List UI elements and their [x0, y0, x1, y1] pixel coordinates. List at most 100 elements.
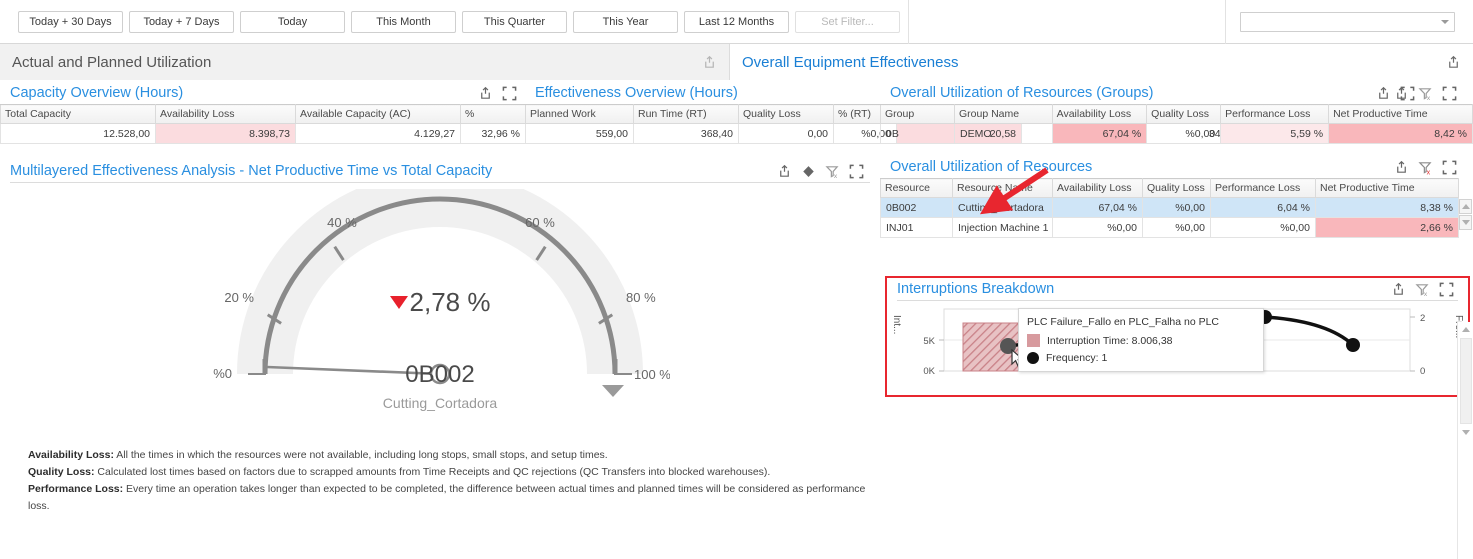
- fullscreen-icon[interactable]: [1442, 86, 1457, 101]
- column-header[interactable]: Total Capacity: [0, 104, 156, 124]
- set-filter-button: Set Filter...: [795, 10, 900, 33]
- page-scroll-down-button[interactable]: [1458, 425, 1473, 440]
- cell-net-productive-time: 8,42 %: [1328, 123, 1473, 144]
- date-filter-button-group: Today + 30 Days Today + 7 Days Today Thi…: [4, 0, 909, 44]
- filter-today-plus-7[interactable]: Today + 7 Days: [129, 10, 234, 33]
- cell-net-productive-time: 8,38 %: [1315, 197, 1459, 218]
- interruptions-title-bar: Interruptions Breakdown x: [887, 278, 1468, 300]
- column-header[interactable]: Resource: [880, 178, 953, 198]
- groups-title-bar: Overall Utilization of Resources (Groups…: [880, 80, 1473, 104]
- groups-utilization-panel: Overall Utilization of Resources (Groups…: [880, 80, 1473, 144]
- table-row[interactable]: 12.528,00 8.398,73 4.129,27 32,96 %: [0, 123, 526, 144]
- export-icon[interactable]: [702, 55, 717, 70]
- filter-today[interactable]: Today: [240, 10, 345, 33]
- column-header[interactable]: Quality Loss: [1142, 178, 1211, 198]
- arrow-up-icon: [1462, 327, 1470, 332]
- interruptions-chart: 5K 0K 2 0 Int... Fre...: [887, 301, 1468, 389]
- arrow-up-icon: [1461, 204, 1470, 209]
- table-header-row: Total Capacity Availability Loss Availab…: [0, 104, 526, 124]
- cell-run-time: 368,40: [633, 123, 739, 144]
- resources-title-bar: Overall Utilization of Resources x: [880, 154, 1473, 178]
- filter-today-plus-30[interactable]: Today + 30 Days: [18, 10, 123, 33]
- trend-down-icon: [389, 295, 408, 309]
- column-header[interactable]: Availability Loss: [1051, 104, 1148, 124]
- filter-clear-icon[interactable]: x: [1415, 282, 1430, 297]
- cell-group-name: DEMO: [954, 123, 1053, 144]
- filter-clear-icon[interactable]: x: [1418, 160, 1433, 175]
- arrow-down-icon: [1462, 430, 1470, 435]
- column-header[interactable]: Quality Loss: [1146, 104, 1222, 124]
- table-row[interactable]: 0B002 Cutting_Cortadora 67,04 % %0,00 6,…: [880, 197, 1459, 218]
- arrow-down-icon: [1461, 220, 1470, 225]
- filter-this-month[interactable]: This Month: [351, 10, 456, 33]
- note-quality-loss: Quality Loss: Calculated lost times base…: [28, 464, 880, 481]
- column-header[interactable]: Performance Loss: [1220, 104, 1330, 124]
- cell-available-capacity: 4.129,27: [295, 123, 461, 144]
- resources-table-wrapper: Resource Resource Name Availability Loss…: [880, 167, 1473, 238]
- cell-performance-loss: 6,04 %: [1210, 197, 1316, 218]
- table-row[interactable]: INJ01 Injection Machine 1 %0,00 %0,00 %0…: [880, 217, 1459, 238]
- gauge-value-text: 2,78 %: [409, 287, 491, 317]
- note-performance-loss: Performance Loss: Every time an operatio…: [28, 481, 880, 515]
- export-icon[interactable]: [1391, 282, 1406, 297]
- gauge-value-display: 2,78 %: [0, 287, 880, 318]
- y-left-tick-0k: 0K: [923, 366, 935, 377]
- export-icon[interactable]: [1394, 86, 1409, 101]
- tab-overall-equipment-effectiveness[interactable]: Overall Equipment Effectiveness: [730, 44, 1473, 80]
- column-header[interactable]: Run Time (RT): [633, 104, 739, 124]
- filter-this-quarter[interactable]: This Quarter: [462, 10, 567, 33]
- column-header[interactable]: Availability Loss: [155, 104, 296, 124]
- page-scroll-up-button[interactable]: [1458, 322, 1473, 337]
- panel-title-text: Capacity Overview (Hours): [10, 85, 184, 101]
- scroll-up-button[interactable]: [1459, 199, 1472, 214]
- scroll-down-button[interactable]: [1459, 215, 1472, 230]
- column-header[interactable]: %: [460, 104, 526, 124]
- cell-availability-loss: %0,00: [1052, 217, 1143, 238]
- capacity-overview-table: Total Capacity Availability Loss Availab…: [0, 104, 526, 144]
- note-text: Every time an operation takes longer tha…: [28, 483, 866, 512]
- fullscreen-icon[interactable]: [1439, 282, 1454, 297]
- filter-clear-icon[interactable]: x: [825, 164, 840, 179]
- fullscreen-icon[interactable]: [1442, 160, 1457, 175]
- gauge-tick-60: 60 %: [525, 215, 555, 230]
- variant-select[interactable]: [1240, 11, 1455, 32]
- column-header[interactable]: Quality Loss: [738, 104, 834, 124]
- column-header[interactable]: Resource Name: [952, 178, 1053, 198]
- column-header[interactable]: Group: [880, 104, 955, 124]
- page-scroll-thumb[interactable]: [1460, 338, 1472, 424]
- cell-net-productive-time: 2,66 %: [1315, 217, 1459, 238]
- fullscreen-icon[interactable]: [502, 86, 517, 101]
- column-header[interactable]: Performance Loss: [1210, 178, 1316, 198]
- page-scrollbar[interactable]: [1457, 322, 1473, 559]
- column-header[interactable]: Available Capacity (AC): [295, 104, 461, 124]
- cell-group: 0B: [880, 123, 955, 144]
- column-header[interactable]: Net Productive Time: [1328, 104, 1473, 124]
- column-header[interactable]: Net Productive Time: [1315, 178, 1459, 198]
- filter-last-12-months[interactable]: Last 12 Months: [684, 10, 789, 33]
- layers-diamond-icon[interactable]: [801, 164, 816, 179]
- tab-actual-and-planned-utilization[interactable]: Actual and Planned Utilization: [0, 44, 730, 80]
- dashboard-body: Capacity Overview (Hours) Total Capacity: [0, 80, 1473, 523]
- export-icon[interactable]: [1446, 55, 1461, 70]
- chevron-down-icon: [1441, 19, 1449, 24]
- cell-performance-loss: 5,59 %: [1220, 123, 1330, 144]
- y-axis-left-label: Int...: [891, 315, 902, 335]
- column-header[interactable]: Group Name: [954, 104, 1053, 124]
- tab-label: Actual and Planned Utilization: [12, 53, 212, 71]
- cell-quality-loss: %0,00: [1142, 197, 1211, 218]
- resources-table-scrollbar[interactable]: [1459, 178, 1473, 238]
- filter-this-year[interactable]: This Year: [573, 10, 678, 33]
- tab-label: Overall Equipment Effectiveness: [742, 53, 959, 71]
- export-icon[interactable]: [777, 164, 792, 179]
- export-icon[interactable]: [1394, 160, 1409, 175]
- export-icon[interactable]: [478, 86, 493, 101]
- toolbar-right-section: [1225, 0, 1469, 44]
- filter-clear-icon[interactable]: x: [1418, 86, 1433, 101]
- fullscreen-icon[interactable]: [849, 164, 864, 179]
- column-header[interactable]: Planned Work: [525, 104, 634, 124]
- cell-performance-loss: %0,00: [1210, 217, 1316, 238]
- tooltip-title: PLC Failure_Fallo en PLC_Falha no PLC: [1027, 316, 1220, 328]
- column-header[interactable]: Availability Loss: [1052, 178, 1143, 198]
- y-right-tick-2: 2: [1420, 313, 1425, 324]
- table-row[interactable]: 0B DEMO 67,04 % %0,00 5,59 % 8,42 %: [880, 123, 1473, 144]
